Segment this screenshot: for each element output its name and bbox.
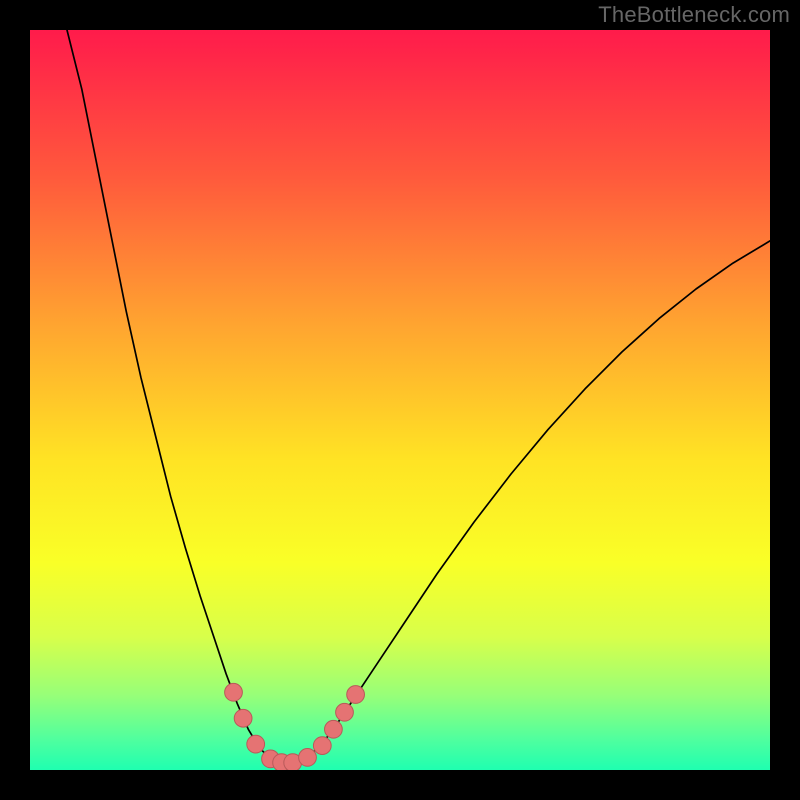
watermark-text: TheBottleneck.com: [598, 2, 790, 28]
marker-dot: [325, 720, 343, 738]
marker-dot: [225, 683, 243, 701]
marker-dot: [313, 737, 331, 755]
chart-svg: [30, 30, 770, 770]
gradient-background: [30, 30, 770, 770]
marker-dot: [347, 686, 365, 704]
marker-dot: [247, 735, 265, 753]
marker-dot: [234, 709, 252, 727]
marker-dot: [336, 703, 354, 721]
marker-dot: [299, 749, 317, 767]
chart-frame: TheBottleneck.com: [0, 0, 800, 800]
plot-area: [30, 30, 770, 770]
